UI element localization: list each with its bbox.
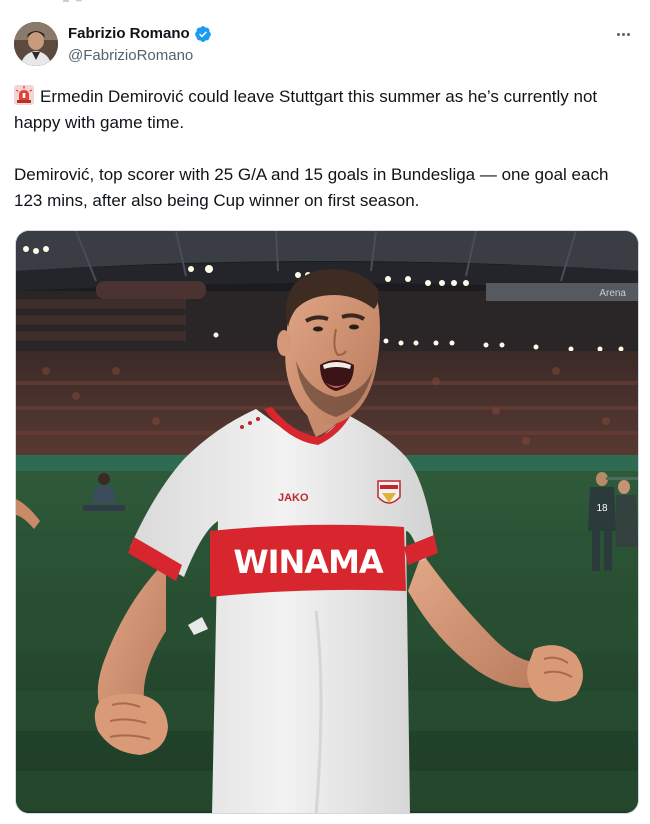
stadium-sign: Arena — [599, 288, 626, 299]
tweet-paragraph-2: Demirović, top scorer with 25 G/A and 15… — [14, 165, 609, 210]
more-dot — [621, 32, 625, 36]
tweet-paragraph-1-text: Ermedin Demirović could leave Stuttgart … — [14, 87, 598, 132]
avatar[interactable] — [14, 22, 58, 66]
previous-post-edge: ▲ ■ — [0, 0, 650, 14]
player-celebration-photo: Arena 18 WINAMA JAKO — [16, 231, 638, 813]
author-name[interactable]: Fabrizio Romano — [68, 24, 190, 44]
rotating-light-icon — [14, 85, 34, 105]
tweet-text: Ermedin Demirović could leave Stuttgart … — [14, 84, 640, 214]
svg-text:18: 18 — [596, 503, 608, 514]
tweet-paragraph-1: Ermedin Demirović could leave Stuttgart … — [14, 84, 640, 136]
avatar-photo — [14, 22, 58, 66]
kit-brand-text: JAKO — [278, 492, 309, 504]
more-dot — [626, 32, 630, 36]
more-options-button[interactable] — [610, 24, 636, 44]
tweet-media-photo[interactable]: Arena 18 WINAMA JAKO — [15, 230, 639, 814]
verified-badge-icon — [194, 26, 211, 42]
club-crest-icon — [377, 480, 401, 504]
author-name-row[interactable]: Fabrizio Romano — [68, 24, 212, 44]
author-handle[interactable]: @FabrizioRomano — [68, 46, 193, 66]
more-dots-icon — [616, 32, 620, 36]
shirt-sponsor-text: WINAMA — [233, 543, 384, 581]
